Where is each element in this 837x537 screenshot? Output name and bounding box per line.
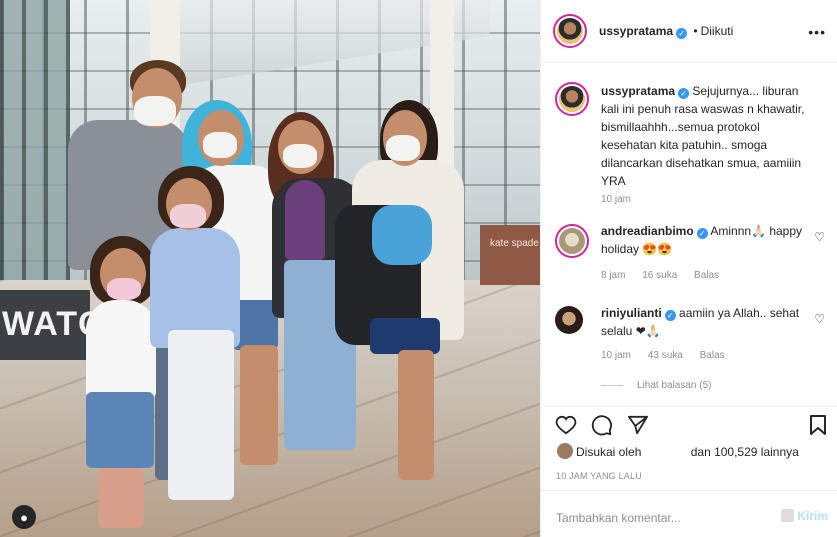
share-icon[interactable] (626, 413, 650, 437)
tagged-user-icon[interactable]: ● (12, 505, 36, 529)
caption-meta: 10 jam (601, 194, 645, 205)
author-avatar[interactable] (553, 14, 587, 48)
view-replies-label[interactable]: Lihat balasan (5) (637, 380, 712, 391)
caption: ussypratama ✓ Sejujurnya... liburan kali … (555, 82, 825, 222)
comment-time: 8 jam (601, 270, 626, 281)
liked-by-prefix: Disukai oleh (576, 445, 642, 459)
post-sidebar: ussypratama ✓ • Diikuti ••• ussypratama ✓ S… (540, 0, 837, 537)
replies-line (601, 384, 623, 386)
comment-username[interactable]: riniyulianti (601, 306, 662, 320)
comment-likes[interactable]: 43 suka (648, 350, 683, 361)
verified-icon: ✓ (696, 228, 708, 239)
follow-status-button[interactable]: Diikuti (701, 24, 734, 38)
commenter-avatar[interactable] (555, 306, 583, 334)
liked-by-line[interactable]: Disukai oleh dan 100,529 lainnya (557, 443, 799, 459)
comment-reply-button[interactable]: Balas (700, 350, 725, 361)
emoji-icon[interactable] (781, 509, 795, 522)
comment-item: andreadianbimo ✓ Aminnn🙏🏻 happy holiday 😍… (555, 222, 825, 292)
post-time[interactable]: 10 JAM YANG LALU (556, 471, 642, 481)
caption-body: Sejujurnya... liburan kali ini penuh ras… (601, 84, 805, 188)
kiosk (480, 225, 540, 285)
heart-icon[interactable] (554, 413, 578, 437)
author-line: ussypratama ✓ • Diikuti (599, 24, 733, 39)
verified-icon: ✓ (678, 88, 690, 99)
comment-icon[interactable] (590, 413, 614, 437)
comment-like-heart-icon[interactable]: ♡ (814, 312, 825, 326)
comment-text: andreadianbimo ✓ Aminnn🙏🏻 happy holiday 😍… (601, 222, 813, 258)
bookmark-icon[interactable] (806, 413, 830, 437)
post-header: ussypratama ✓ • Diikuti ••• (541, 0, 837, 63)
add-comment-bar: Tambahkan komentar... Kirim (541, 490, 837, 537)
post-photo[interactable]: WATC kate spade ● (0, 0, 540, 537)
comment-meta: 8 jam 16 suka Balas (601, 270, 733, 281)
comment-text: riniyulianti ✓ aamiin ya Allah.. sehat se… (601, 304, 813, 340)
author-username[interactable]: ussypratama (599, 24, 673, 38)
caption-text: ussypratama ✓ Sejujurnya... liburan kali … (601, 82, 813, 190)
comment-like-heart-icon[interactable]: ♡ (814, 230, 825, 244)
author-avatar[interactable] (555, 82, 589, 116)
send-button[interactable]: Kirim (781, 509, 828, 523)
liker-avatar (557, 443, 573, 459)
comment-meta: 10 jam 43 suka Balas (601, 350, 739, 361)
verified-icon: ✓ (664, 310, 676, 321)
comments-list[interactable]: ussypratama ✓ Sejujurnya... liburan kali … (541, 64, 837, 406)
verified-icon: ✓ (676, 28, 688, 39)
post-actions: Disukai oleh dan 100,529 lainnya 10 JAM … (541, 406, 837, 490)
comment-reply-button[interactable]: Balas (694, 270, 719, 281)
kiosk-text: kate spade (490, 238, 539, 249)
comment-likes[interactable]: 16 suka (642, 270, 677, 281)
view-replies-button[interactable]: Lihat balasan (5) (601, 380, 712, 391)
liked-by-suffix[interactable]: dan 100,529 lainnya (691, 445, 799, 459)
commenter-avatar[interactable] (555, 224, 589, 258)
send-label[interactable]: Kirim (797, 509, 828, 523)
comment-time: 10 jam (601, 350, 632, 361)
caption-time: 10 jam (601, 194, 632, 205)
more-options-icon[interactable]: ••• (808, 24, 826, 40)
comment-username[interactable]: andreadianbimo (601, 224, 694, 238)
caption-username[interactable]: ussypratama (601, 84, 675, 98)
comment-item: riniyulianti ✓ aamiin ya Allah.. sehat se… (555, 304, 825, 374)
separator-dot: • (693, 24, 698, 38)
comment-input[interactable]: Tambahkan komentar... (556, 511, 681, 525)
